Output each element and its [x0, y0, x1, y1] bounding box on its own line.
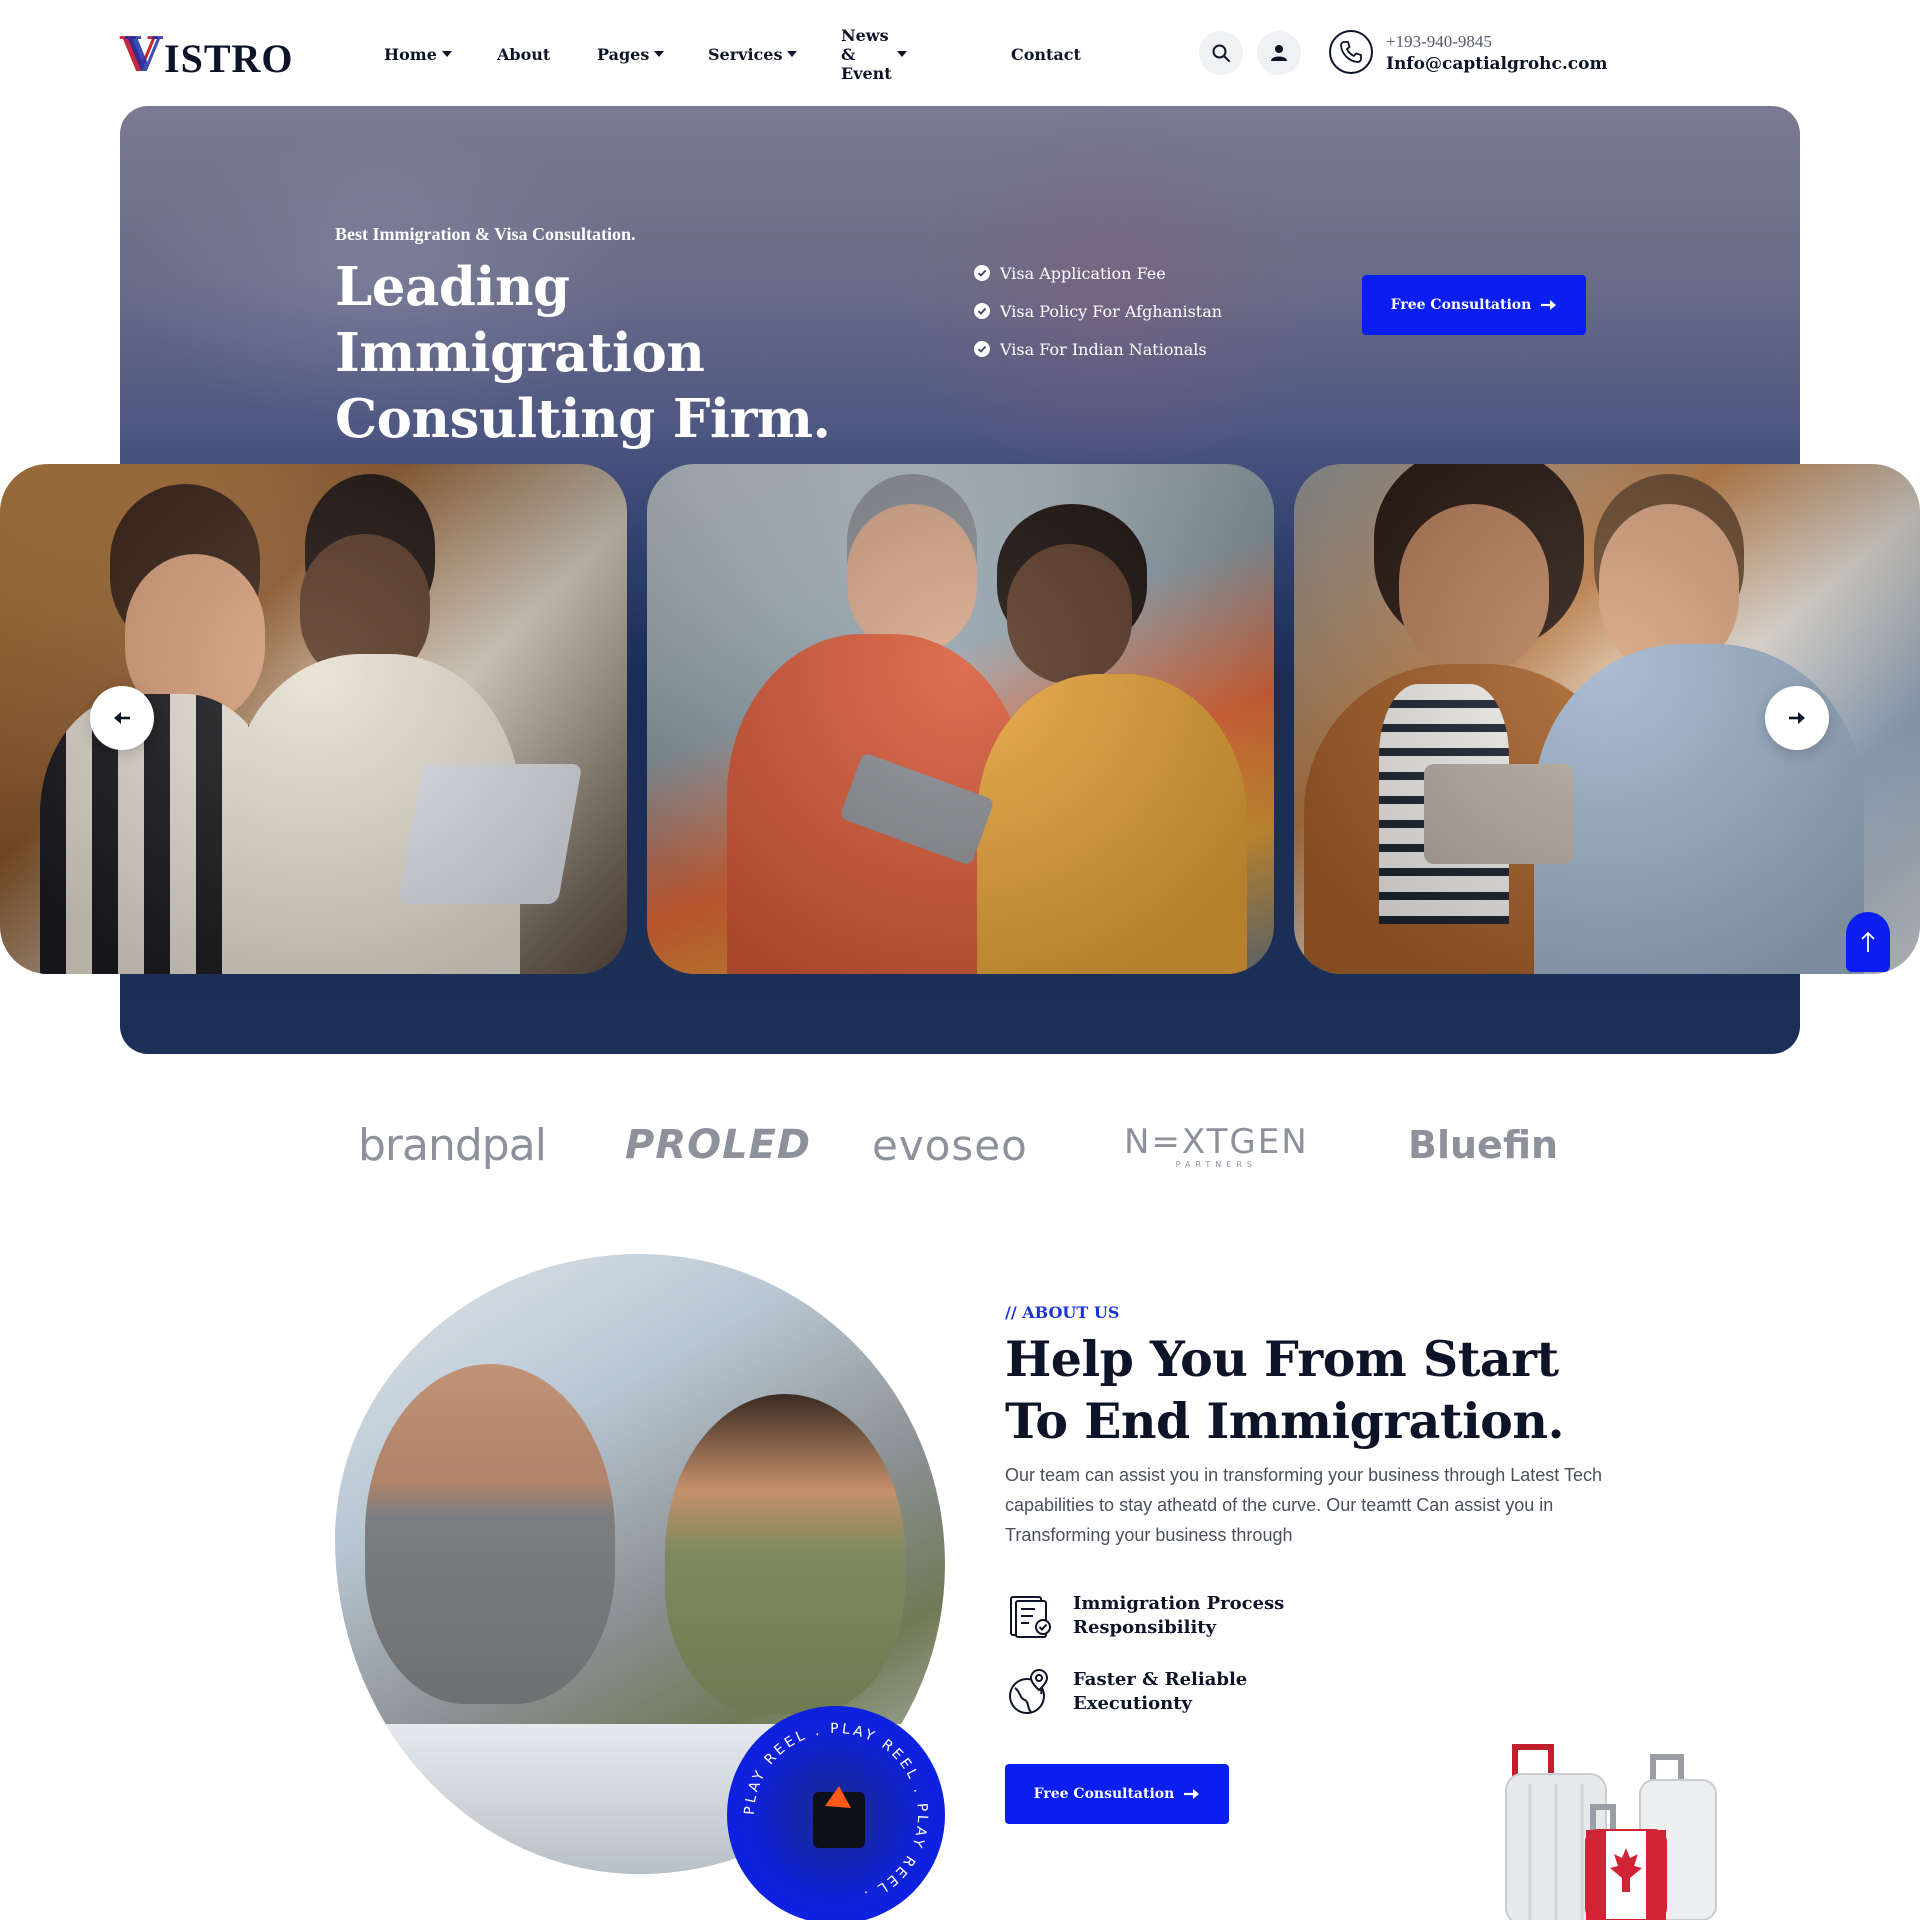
hero-list-label: Visa For Indian Nationals — [1000, 339, 1207, 359]
play-reel-ring: PLAY REEL . PLAY REEL . PLAY REEL . — [742, 1721, 927, 1905]
about-free-consultation-button[interactable]: Free Consultation — [1005, 1764, 1229, 1824]
search-button[interactable] — [1199, 31, 1243, 75]
brand-logo-nextgen-word: N=XTGEN — [1124, 1121, 1309, 1162]
phone-icon — [1340, 41, 1362, 63]
arrow-up-icon — [1861, 931, 1875, 952]
nav-label: News & Event — [841, 25, 892, 83]
user-account-button[interactable] — [1257, 31, 1301, 75]
person-woman — [665, 1394, 905, 1714]
hero-list-label: Visa Policy For Afghanistan — [1000, 301, 1223, 321]
logo-word: ISTRO — [164, 35, 294, 81]
nav-label: About — [497, 44, 551, 64]
slider-prev-button[interactable] — [90, 686, 154, 750]
nav-label: Pages — [597, 44, 650, 64]
hero-list-item: Visa Application Fee — [974, 254, 1222, 292]
nav-label: Contact — [1011, 44, 1081, 64]
check-circle-icon — [974, 265, 990, 281]
globe-location-icon — [1009, 1668, 1049, 1714]
nav-item-contact[interactable]: Contact — [1011, 40, 1081, 68]
nav-label: Home — [384, 44, 437, 64]
nav-item-home[interactable]: Home — [384, 40, 452, 68]
play-reel-badge[interactable]: PLAY REEL . PLAY REEL . PLAY REEL . — [727, 1706, 945, 1920]
slider-next-button[interactable] — [1765, 686, 1829, 750]
caret-down-icon — [787, 51, 798, 57]
header-phone-number[interactable]: +193-940-9845 — [1386, 32, 1492, 52]
hero-list-label: Visa Application Fee — [1000, 263, 1166, 283]
nav-label: Services — [708, 44, 783, 64]
slider-card-team-tablet[interactable] — [647, 464, 1274, 974]
caret-down-icon — [441, 51, 452, 57]
main-nav: Home About Pages Services News & Event C… — [384, 26, 1081, 83]
arrow-right-icon — [1789, 712, 1805, 724]
hero-feature-list: Visa Application Fee Visa Policy For Afg… — [974, 254, 1222, 368]
logo-mark: V V — [120, 27, 163, 83]
brand-logo-brandpal[interactable]: brandpal — [358, 1110, 547, 1180]
brand-logo-nextgen[interactable]: N=XTGEN PARTNERS — [1124, 1110, 1309, 1180]
arrow-left-icon — [114, 712, 130, 724]
scroll-to-top-button[interactable] — [1846, 912, 1890, 972]
free-consultation-button[interactable]: Free Consultation — [1362, 275, 1586, 335]
caret-down-icon — [654, 51, 665, 57]
nav-item-news-event[interactable]: News & Event — [841, 26, 907, 83]
cta-label: Free Consultation — [1033, 1786, 1175, 1802]
nav-item-services[interactable]: Services — [708, 40, 798, 68]
luggage-illustration — [1505, 1744, 1717, 1920]
feature-immigration-process: Immigration Process Responsibility — [1005, 1592, 1313, 1640]
brand-logo-evoseo[interactable]: evoseo — [872, 1110, 1028, 1180]
header-email[interactable]: Info@captialgrohc.com — [1386, 54, 1608, 74]
brand-logo-bluefin[interactable]: Bluefin — [1408, 1110, 1558, 1180]
check-circle-icon — [974, 303, 990, 319]
card-shade — [647, 464, 1274, 974]
feature-label: Immigration Process Responsibility — [1073, 1593, 1285, 1638]
about-description: Our team can assist you in transforming … — [1005, 1465, 1602, 1545]
brand-logos-row: brandpal PROLED evoseo N=XTGEN PARTNERS … — [340, 1110, 1580, 1180]
arrow-right-icon — [1184, 1789, 1200, 1799]
feature-label: Faster & Reliable Executionty — [1073, 1669, 1248, 1714]
about-kicker: // ABOUT US — [1005, 1303, 1120, 1322]
cta-label: Free Consultation — [1390, 297, 1532, 313]
about-title: Help You From Start To End Immigration. — [1005, 1330, 1565, 1450]
search-icon — [1212, 44, 1230, 62]
site-logo[interactable]: V V ISTRO — [120, 27, 294, 83]
hero-kicker: Best Immigration & Visa Consultation. — [335, 224, 636, 244]
phone-icon-ring[interactable] — [1329, 30, 1373, 74]
hero-list-item: Visa Policy For Afghanistan — [974, 292, 1222, 330]
person-man — [365, 1364, 615, 1704]
user-icon — [1271, 45, 1287, 61]
arrow-right-icon — [1541, 300, 1557, 310]
brand-logo-nextgen-sub: PARTNERS — [1175, 1159, 1257, 1169]
hero-list-item: Visa For Indian Nationals — [974, 330, 1222, 368]
feature-faster-reliable: Faster & Reliable Executionty — [1005, 1668, 1313, 1716]
check-circle-icon — [974, 341, 990, 357]
nav-item-about[interactable]: About — [497, 40, 550, 68]
nav-item-pages[interactable]: Pages — [597, 40, 665, 68]
brand-logo-proled[interactable]: PROLED — [625, 1110, 811, 1180]
document-check-icon — [1010, 1596, 1051, 1638]
caret-down-icon — [896, 51, 907, 57]
hero-title: Leading Immigration Consulting Firm. — [335, 256, 831, 450]
